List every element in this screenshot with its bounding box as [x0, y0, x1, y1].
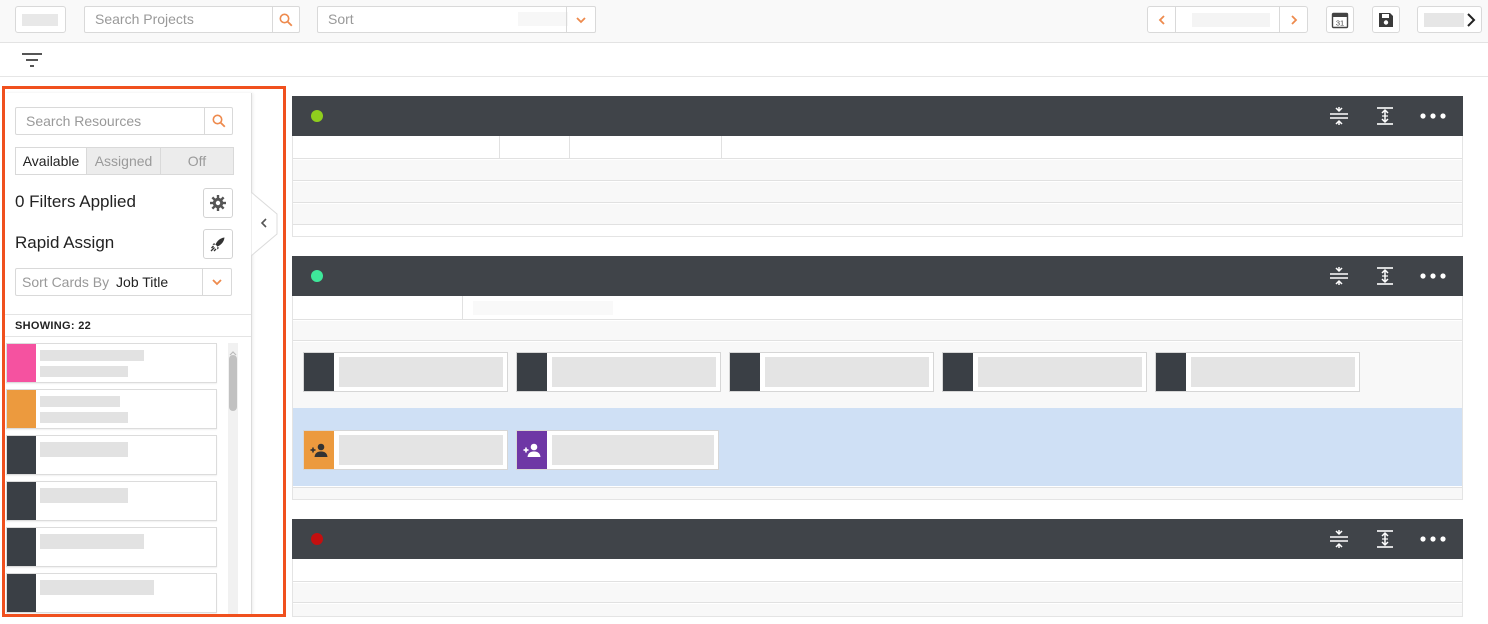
resource-color-swatch — [7, 390, 36, 428]
resource-card[interactable] — [6, 573, 217, 613]
resource-card[interactable] — [6, 527, 217, 567]
filter-settings-button[interactable] — [203, 188, 233, 218]
sort-cards-select[interactable]: Sort Cards By Job Title — [15, 268, 232, 296]
search-projects-placeholder: Search Projects — [95, 11, 194, 27]
calendar-icon: 31 — [1331, 12, 1349, 28]
gear-icon — [210, 195, 226, 211]
chevron-down-icon[interactable] — [202, 269, 231, 295]
resource-color-swatch — [7, 574, 36, 612]
project-panel-header — [292, 519, 1463, 559]
role-card[interactable] — [303, 352, 508, 392]
status-dot — [311, 110, 323, 122]
showing-count: SHOWING: 22 — [15, 320, 92, 332]
resource-color-swatch — [7, 482, 36, 520]
sidebar-divider — [5, 336, 251, 337]
add-person-icon[interactable] — [517, 431, 547, 469]
sort-cards-by-label: Sort Cards By — [22, 274, 110, 290]
collapse-rows-icon[interactable] — [1327, 105, 1351, 127]
project-panel-body — [292, 136, 1463, 237]
collapse-rows-icon[interactable] — [1327, 528, 1351, 550]
role-card[interactable] — [1155, 352, 1360, 392]
expand-rows-icon[interactable] — [1373, 528, 1397, 550]
add-person-icon[interactable] — [304, 431, 334, 469]
tab-off[interactable]: Off — [160, 147, 234, 175]
status-dot — [311, 270, 323, 282]
more-options-icon[interactable] — [1419, 105, 1447, 127]
search-projects-input[interactable]: Search Projects — [84, 6, 300, 33]
top-toolbar: Search Projects Sort 31 — [0, 0, 1488, 43]
search-resources-placeholder: Search Resources — [26, 113, 142, 129]
expand-rows-icon[interactable] — [1373, 105, 1397, 127]
assignee-card[interactable] — [516, 430, 719, 470]
resource-color-swatch — [7, 528, 36, 566]
filter-bar — [0, 43, 1488, 77]
view-options-button[interactable] — [1417, 6, 1482, 33]
rapid-assign-button[interactable] — [203, 229, 233, 259]
sort-select[interactable]: Sort — [317, 6, 596, 33]
status-dot — [311, 533, 323, 545]
resource-list-scrollbar[interactable] — [228, 343, 238, 615]
save-icon — [1379, 12, 1393, 27]
role-card[interactable] — [942, 352, 1147, 392]
expand-rows-icon[interactable] — [1373, 265, 1397, 287]
save-button[interactable] — [1372, 6, 1400, 33]
sort-cards-by-value: Job Title — [116, 274, 169, 290]
search-icon[interactable] — [272, 7, 299, 32]
chevron-left-icon[interactable] — [1148, 7, 1176, 32]
rapid-assign-label: Rapid Assign — [15, 233, 115, 252]
project-panel-body — [292, 559, 1463, 617]
collapse-rows-icon[interactable] — [1327, 265, 1351, 287]
tab-available[interactable]: Available — [15, 147, 87, 175]
date-range-label — [1192, 13, 1270, 27]
sidebar-divider — [5, 314, 251, 315]
resource-color-swatch — [7, 344, 36, 382]
project-panel-header — [292, 96, 1463, 136]
svg-text:31: 31 — [1336, 18, 1344, 27]
sort-select-value: Sort — [328, 11, 354, 27]
assignee-card[interactable] — [303, 430, 508, 470]
calendar-button[interactable]: 31 — [1326, 6, 1354, 33]
filters-applied-label: 0 Filters Applied — [15, 192, 136, 211]
collapse-sidebar-button[interactable] — [250, 190, 279, 258]
app-menu-button[interactable] — [15, 6, 66, 33]
search-resources-input[interactable]: Search Resources — [15, 107, 233, 135]
role-card[interactable] — [516, 352, 721, 392]
more-options-icon[interactable] — [1419, 528, 1447, 550]
resource-card[interactable] — [6, 389, 217, 429]
filter-icon[interactable] — [20, 50, 44, 70]
project-panel-header — [292, 256, 1463, 296]
more-options-icon[interactable] — [1419, 265, 1447, 287]
resource-color-swatch — [7, 436, 36, 474]
chevron-right-icon[interactable] — [1279, 7, 1307, 32]
rocket-icon — [210, 237, 225, 252]
tab-assigned[interactable]: Assigned — [86, 147, 161, 175]
resource-card[interactable] — [6, 343, 217, 383]
role-card[interactable] — [729, 352, 934, 392]
date-navigator — [1147, 6, 1308, 33]
resource-card[interactable] — [6, 435, 217, 475]
chevron-down-icon[interactable] — [566, 7, 595, 32]
chevron-right-icon — [1466, 12, 1476, 33]
resource-card[interactable] — [6, 481, 217, 521]
scrollbar-thumb[interactable] — [229, 355, 237, 411]
search-icon[interactable] — [204, 108, 232, 134]
